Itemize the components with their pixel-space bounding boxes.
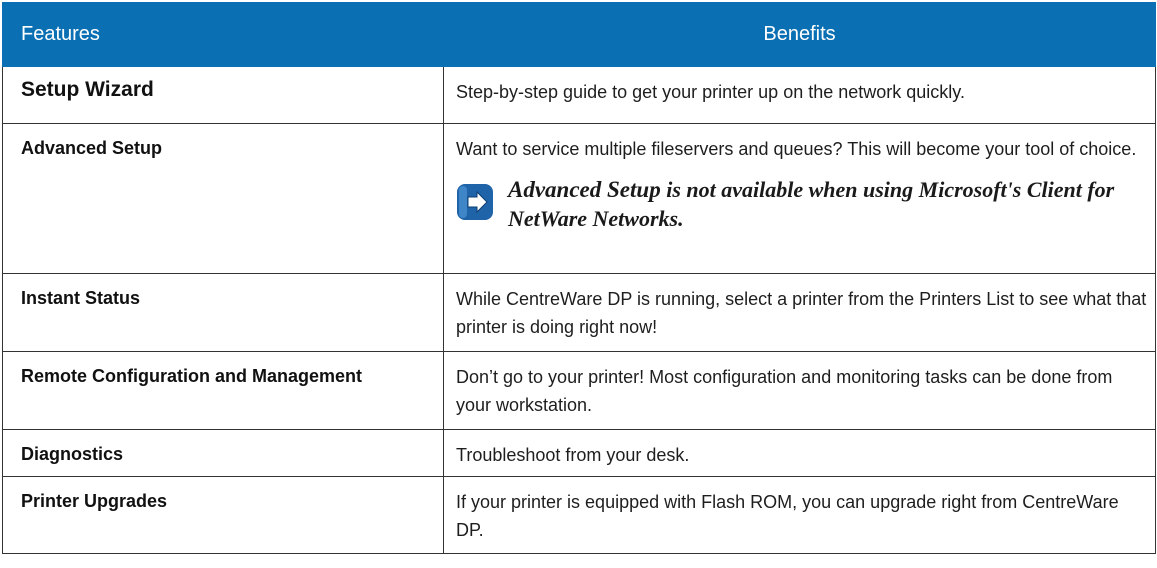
arrow-right-note-icon	[457, 184, 493, 220]
features-column-header: Features	[2, 2, 444, 67]
feature-name: Diagnostics	[21, 444, 124, 464]
table-row: Printer Upgrades If your printer is equi…	[2, 476, 1156, 554]
benefit-text: If your printer is equipped with Flash R…	[456, 492, 1119, 540]
feature-cell: Diagnostics	[2, 429, 444, 477]
benefit-text: Troubleshoot from your desk.	[456, 445, 690, 465]
benefit-cell: If your printer is equipped with Flash R…	[443, 476, 1156, 554]
feature-name: Printer Upgrades	[21, 491, 168, 511]
benefit-cell: Want to service multiple fileservers and…	[443, 123, 1156, 274]
feature-name: Remote Configuration and Management	[21, 366, 363, 386]
table-header-row: Features Benefits	[2, 2, 1156, 67]
benefits-column-header: Benefits	[443, 2, 1156, 67]
benefit-cell: Step-by-step guide to get your printer u…	[443, 66, 1156, 124]
note-emphasis: Advanced Setup	[508, 177, 661, 202]
feature-name: Advanced Setup	[21, 138, 163, 158]
benefit-cell: Troubleshoot from your desk.	[443, 429, 1156, 477]
table-row: Setup Wizard Step-by-step guide to get y…	[2, 66, 1156, 124]
table-row: Advanced Setup Want to service multiple …	[2, 123, 1156, 274]
note-text: Advanced Setup is not available when usi…	[508, 175, 1147, 233]
feature-cell: Remote Configuration and Management	[2, 351, 444, 430]
feature-cell: Setup Wizard	[2, 66, 444, 124]
feature-name: Setup Wizard	[21, 78, 154, 101]
feature-cell: Advanced Setup	[2, 123, 444, 274]
features-benefits-table: Features Benefits Setup Wizard Step-by-s…	[2, 2, 1156, 554]
benefit-cell: Don’t go to your printer! Most configura…	[443, 351, 1156, 430]
benefit-text: Want to service multiple fileservers and…	[456, 139, 1137, 159]
note-callout: Advanced Setup is not available when usi…	[444, 163, 1155, 233]
table-row: Remote Configuration and Management Don’…	[2, 351, 1156, 430]
table-row: Diagnostics Troubleshoot from your desk.	[2, 429, 1156, 477]
benefit-text: Don’t go to your printer! Most configura…	[456, 367, 1113, 415]
feature-cell: Printer Upgrades	[2, 476, 444, 554]
table-row: Instant Status While CentreWare DP is ru…	[2, 273, 1156, 352]
feature-name: Instant Status	[21, 288, 141, 308]
benefit-text: Step-by-step guide to get your printer u…	[456, 82, 965, 102]
benefit-text: While CentreWare DP is running, select a…	[456, 289, 1147, 337]
benefit-cell: While CentreWare DP is running, select a…	[443, 273, 1156, 352]
feature-cell: Instant Status	[2, 273, 444, 352]
